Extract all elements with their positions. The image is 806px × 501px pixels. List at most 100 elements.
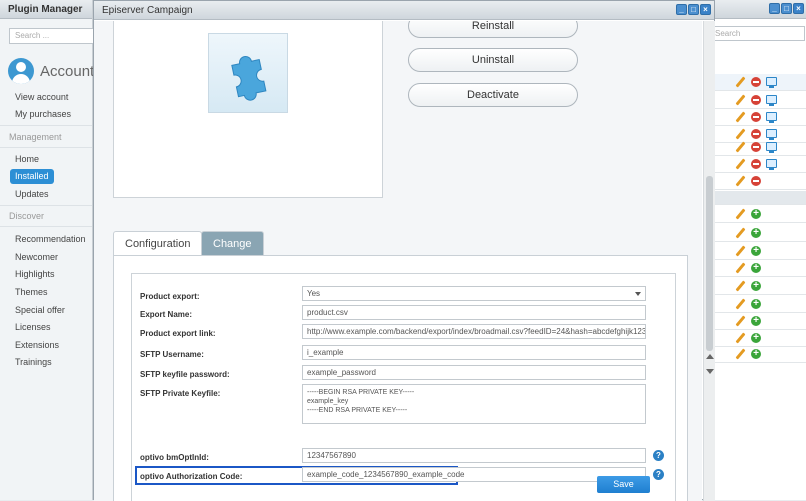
- nav-highlights[interactable]: Highlights: [15, 269, 55, 279]
- plugin-manager-title: Plugin Manager: [0, 0, 92, 19]
- edit-pencil-icon[interactable]: [735, 112, 745, 122]
- table-row: +: [715, 278, 806, 295]
- nav-my-purchases[interactable]: My purchases: [15, 109, 71, 119]
- tab-configuration[interactable]: Configuration: [113, 231, 203, 256]
- reinstall-button[interactable]: Reinstall: [408, 21, 578, 38]
- nav-themes[interactable]: Themes: [15, 287, 48, 297]
- scroll-up-icon[interactable]: [706, 354, 714, 359]
- configuration-panel: Product export: Yes Export Name: product…: [113, 255, 688, 501]
- plugin-list-search-input[interactable]: Search: [715, 26, 805, 41]
- help-icon[interactable]: ?: [653, 469, 664, 480]
- minimize-icon[interactable]: _: [676, 4, 687, 15]
- install-plus-icon[interactable]: +: [751, 246, 761, 256]
- bm-opt-in-input[interactable]: 12347567890: [302, 448, 646, 463]
- preview-screen-icon[interactable]: [766, 112, 777, 123]
- auth-code-input[interactable]: example_code_1234567890_example_code: [302, 467, 646, 482]
- plugin-search-input[interactable]: Search ...: [9, 28, 93, 44]
- nav-heading-management: Management: [9, 132, 62, 142]
- edit-pencil-icon[interactable]: [735, 129, 745, 139]
- preview-screen-icon[interactable]: [766, 77, 777, 88]
- edit-pencil-icon[interactable]: [735, 209, 745, 219]
- nav-view-account[interactable]: View account: [15, 92, 68, 102]
- minimize-icon[interactable]: _: [769, 3, 780, 14]
- dialog-title: Episerver Campaign _ □ ×: [94, 1, 714, 20]
- nav-special-offer[interactable]: Special offer: [15, 305, 65, 315]
- sftp-password-input[interactable]: example_password: [302, 365, 646, 380]
- edit-pencil-icon[interactable]: [735, 95, 745, 105]
- edit-pencil-icon[interactable]: [735, 281, 745, 291]
- nav-home[interactable]: Home: [15, 154, 39, 164]
- install-plus-icon[interactable]: +: [751, 316, 761, 326]
- nav-trainings[interactable]: Trainings: [15, 357, 52, 367]
- account-header: Account: [8, 58, 94, 84]
- edit-pencil-icon[interactable]: [735, 333, 745, 343]
- tab-change-log[interactable]: Change log: [201, 231, 264, 274]
- keyfile-line: -----BEGIN RSA PRIVATE KEY-----: [307, 389, 415, 396]
- maximize-icon[interactable]: □: [688, 4, 699, 15]
- nav-divider: [0, 147, 92, 148]
- install-plus-icon[interactable]: +: [751, 349, 761, 359]
- edit-pencil-icon[interactable]: [735, 228, 745, 238]
- puzzle-icon: [208, 33, 288, 113]
- nav-licenses[interactable]: Licenses: [15, 322, 51, 332]
- close-icon[interactable]: ×: [700, 4, 711, 15]
- install-plus-icon[interactable]: +: [751, 299, 761, 309]
- edit-pencil-icon[interactable]: [735, 263, 745, 273]
- sftp-username-input[interactable]: i_example: [302, 345, 646, 360]
- nav-newcomer[interactable]: Newcomer: [15, 252, 58, 262]
- dialog-title-text: Episerver Campaign: [102, 5, 193, 16]
- edit-pencil-icon[interactable]: [735, 176, 745, 186]
- plugin-manager-window: Plugin Manager Search ... Account View a…: [0, 0, 94, 500]
- table-row: +: [715, 330, 806, 347]
- chevron-down-icon: [635, 292, 641, 296]
- preview-screen-icon[interactable]: [766, 142, 777, 153]
- install-plus-icon[interactable]: +: [751, 281, 761, 291]
- install-plus-icon[interactable]: +: [751, 333, 761, 343]
- export-name-input[interactable]: product.csv: [302, 305, 646, 320]
- save-button[interactable]: Save: [597, 476, 650, 493]
- close-icon[interactable]: ×: [793, 3, 804, 14]
- edit-pencil-icon[interactable]: [735, 349, 745, 359]
- deactivate-button[interactable]: Deactivate: [408, 83, 578, 107]
- table-row: +: [715, 206, 806, 223]
- edit-pencil-icon[interactable]: [735, 299, 745, 309]
- maximize-icon[interactable]: □: [781, 3, 792, 14]
- nav-divider: [0, 205, 92, 206]
- delete-minus-icon[interactable]: [751, 112, 761, 122]
- export-link-input[interactable]: http://www.example.com/backend/export/in…: [302, 324, 646, 339]
- puzzle-icon-graphic: [231, 56, 267, 101]
- uninstall-button[interactable]: Uninstall: [408, 48, 578, 72]
- delete-minus-icon[interactable]: [751, 159, 761, 169]
- delete-minus-icon[interactable]: [751, 142, 761, 152]
- sftp-keyfile-textarea[interactable]: -----BEGIN RSA PRIVATE KEY----- example_…: [302, 384, 646, 424]
- delete-minus-icon[interactable]: [751, 95, 761, 105]
- delete-minus-icon[interactable]: [751, 77, 761, 87]
- edit-pencil-icon[interactable]: [735, 316, 745, 326]
- scrollbar-thumb[interactable]: [706, 176, 713, 351]
- install-plus-icon[interactable]: +: [751, 209, 761, 219]
- keyfile-line: example_key: [307, 398, 349, 405]
- product-export-value: Yes: [307, 289, 321, 298]
- preview-screen-icon[interactable]: [766, 95, 777, 106]
- nav-recommendation[interactable]: Recommendation: [15, 234, 86, 244]
- help-icon[interactable]: ?: [653, 450, 664, 461]
- delete-minus-icon[interactable]: [751, 129, 761, 139]
- bm-opt-in-label: optivo bmOptInId:: [140, 453, 209, 462]
- preview-screen-icon[interactable]: [766, 159, 777, 170]
- nav-extensions[interactable]: Extensions: [15, 340, 59, 350]
- nav-installed[interactable]: Installed: [10, 169, 54, 184]
- edit-pencil-icon[interactable]: [735, 159, 745, 169]
- install-plus-icon[interactable]: +: [751, 263, 761, 273]
- install-plus-icon[interactable]: +: [751, 228, 761, 238]
- sftp-password-label: SFTP keyfile password:: [140, 370, 230, 379]
- table-row: [715, 109, 806, 126]
- scroll-down-icon[interactable]: [706, 369, 714, 374]
- edit-pencil-icon[interactable]: [735, 246, 745, 256]
- delete-minus-icon[interactable]: [751, 176, 761, 186]
- dialog-scrollbar[interactable]: [703, 21, 715, 501]
- edit-pencil-icon[interactable]: [735, 142, 745, 152]
- preview-screen-icon[interactable]: [766, 129, 777, 140]
- nav-updates[interactable]: Updates: [15, 189, 49, 199]
- edit-pencil-icon[interactable]: [735, 77, 745, 87]
- product-export-select[interactable]: Yes: [302, 286, 646, 301]
